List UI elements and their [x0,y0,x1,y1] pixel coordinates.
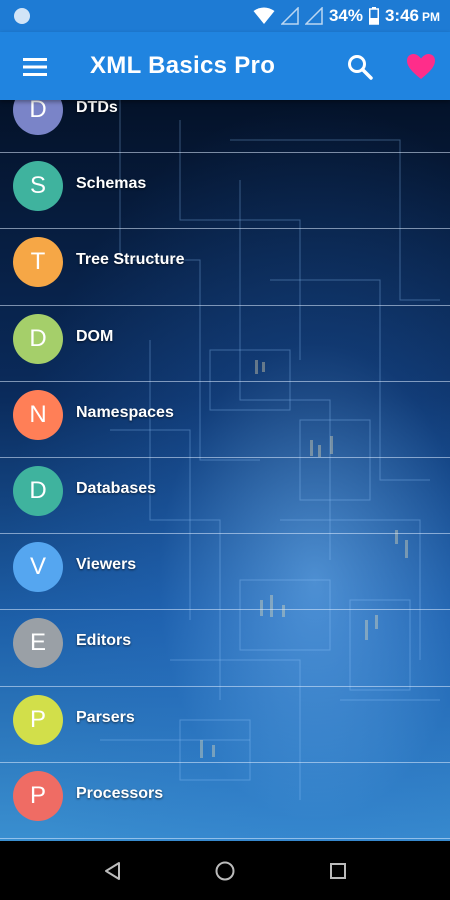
back-triangle-icon [105,862,120,880]
list-item-label: DTDs [76,100,118,116]
list-item-label: Schemas [76,175,147,193]
list-item-databases[interactable]: D Databases [0,458,450,535]
list-item-editors[interactable]: E Editors [0,610,450,687]
status-indicators: 34% 3:46 PM [253,5,440,27]
heart-icon [407,54,435,79]
avatar: D [13,465,63,516]
recents-button[interactable] [327,860,349,882]
app-bar: XML Basics Pro [0,32,450,100]
avatar: D [13,100,63,135]
app-title: XML Basics Pro [90,52,276,79]
list-item-label: DOM [76,327,114,345]
signal-icon-2 [304,7,323,25]
avatar: P [13,770,63,821]
avatar: N [13,389,63,440]
status-bar: 34% 3:46 PM [0,0,450,32]
list-item-label: Databases [76,479,157,497]
list-item-label: Processors [76,784,164,802]
list-item-schemas[interactable]: S Schemas [0,153,450,230]
avatar: E [13,618,63,669]
list-item-label: Viewers [76,556,137,574]
avatar: T [13,237,63,288]
system-navigation-bar [0,841,450,900]
battery-percent: 34% [328,6,363,25]
hamburger-menu-icon [23,58,47,76]
list-item-processors[interactable]: P Processors [0,763,450,840]
home-circle-icon [215,861,235,881]
clock-time: 3:46 [384,6,419,25]
notification-icon [14,8,30,24]
wifi-icon [253,7,275,24]
list-item-label: Editors [76,632,132,650]
battery-icon [368,7,379,25]
list-item-dtds[interactable]: D DTDs [0,100,450,154]
app-screen: 34% 3:46 PM XML Basics Pro D DTDs S Sche… [0,0,450,900]
search-button[interactable] [345,52,375,82]
list-item-tree-structure[interactable]: T Tree Structure [0,229,450,306]
favorite-button[interactable] [405,51,437,83]
list-item-namespaces[interactable]: N Namespaces [0,382,450,459]
search-icon [348,55,373,80]
list-item-label: Namespaces [76,403,174,421]
avatar: P [13,694,63,745]
signal-icon [280,7,299,25]
topic-list-panel: D DTDs S Schemas T Tree Structure D DOM … [0,100,450,841]
topic-list: D DTDs S Schemas T Tree Structure D DOM … [0,100,450,840]
list-item-label: Tree Structure [76,251,185,269]
list-item-viewers[interactable]: V Viewers [0,534,450,611]
home-button[interactable] [214,860,236,882]
list-item-dom[interactable]: D DOM [0,306,450,382]
back-button[interactable] [102,860,124,882]
avatar: S [13,161,63,212]
clock-ampm: PM [422,10,440,24]
list-item-parsers[interactable]: P Parsers [0,687,450,763]
list-item-label: Parsers [76,708,135,726]
clock: 3:46 PM [385,6,440,26]
avatar: V [13,542,63,593]
recents-square-icon [330,863,346,879]
menu-button[interactable] [20,52,50,82]
avatar: D [13,313,63,364]
